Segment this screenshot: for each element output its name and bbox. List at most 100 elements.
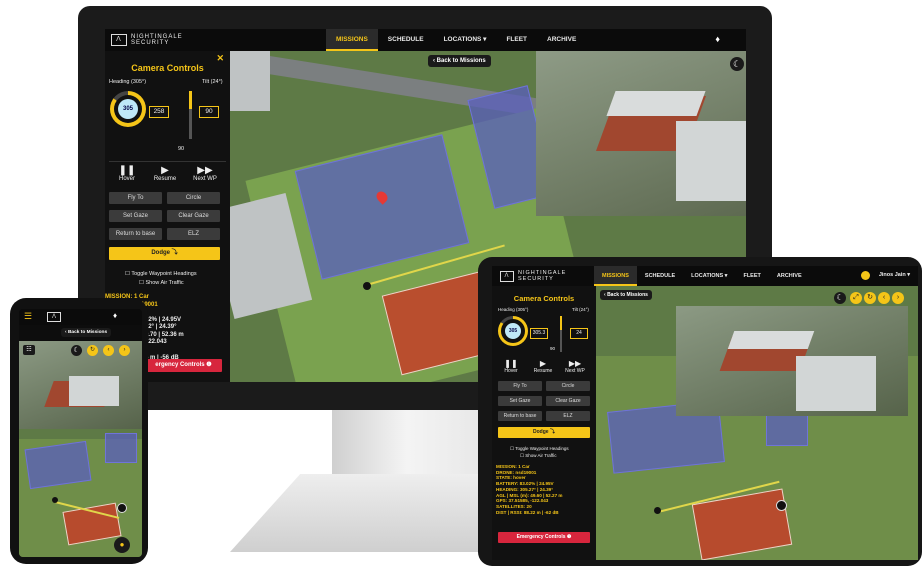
tablet-brand-logo: Λ NIGHTINGALE SECURITY xyxy=(500,270,594,282)
drone-icon[interactable] xyxy=(117,503,127,513)
chevron-right-icon[interactable]: › xyxy=(892,292,904,304)
show-air-traffic-checkbox[interactable]: ☐ Show Air Traffic xyxy=(520,453,556,459)
nav-archive[interactable]: ARCHIVE xyxy=(537,29,586,51)
tilt-input[interactable]: 90 xyxy=(199,106,219,118)
brand-sub: SECURITY xyxy=(131,40,170,46)
resume-label: Resume xyxy=(533,368,553,374)
tablet-map-view[interactable]: ‹ Back to Missions ☾ ⤢ ↻ ‹ › xyxy=(596,286,918,560)
settings-icon[interactable]: ☷ xyxy=(23,345,35,355)
bell-icon[interactable]: ♦ xyxy=(715,34,720,44)
telemetry: MISSION: 1 Car DRONE: nsd19001 STATE: ho… xyxy=(496,464,562,516)
feed-roof xyxy=(676,121,746,201)
toggle-waypoint-checkbox[interactable]: ☐ Toggle Waypoint Headings xyxy=(510,446,569,452)
top-navbar: Λ NIGHTINGALE SECURITY MISSIONS SCHEDULE … xyxy=(105,29,746,51)
next-wp-button[interactable]: ▶▶ Next WP xyxy=(189,165,221,182)
hover-label: Hover xyxy=(504,368,518,374)
hover-button[interactable]: ❚❚ Hover xyxy=(115,165,139,182)
heading-gauge[interactable]: 305 xyxy=(498,316,528,346)
chevron-left-icon[interactable]: ‹ xyxy=(878,292,890,304)
tilt-input[interactable]: 24 xyxy=(570,328,588,339)
set-gaze-button[interactable]: Set Gaze xyxy=(498,396,542,406)
refresh-icon[interactable]: ↻ xyxy=(87,345,98,356)
drone-icon[interactable] xyxy=(776,500,787,511)
dodge-button[interactable]: Dodge ⤵ xyxy=(498,427,590,438)
close-icon[interactable]: ✕ xyxy=(216,53,224,64)
next-wp-label: Next WP xyxy=(565,368,585,374)
fly-to-button[interactable]: Fly To xyxy=(109,192,162,204)
emergency-controls-button[interactable]: Emergency Controls ❶ xyxy=(498,532,590,543)
panel-title: Camera Controls xyxy=(513,294,575,303)
pause-icon: ❚❚ xyxy=(504,359,518,368)
geofence-building[interactable] xyxy=(105,433,137,463)
circle-button[interactable]: Circle xyxy=(167,192,220,204)
show-air-traffic-checkbox[interactable]: ☐ Show Air Traffic xyxy=(139,280,184,286)
back-to-missions-button[interactable]: ‹ Back to Missions xyxy=(428,55,491,67)
nav-missions[interactable]: MISSIONS xyxy=(594,266,637,286)
moon-icon[interactable]: ☾ xyxy=(71,345,82,356)
phone-map-view[interactable]: ● xyxy=(19,429,142,557)
nav-fleet[interactable]: FLEET xyxy=(496,29,537,51)
nav-missions[interactable]: MISSIONS xyxy=(326,29,378,51)
resume-button[interactable]: ▶ Resume xyxy=(530,359,556,374)
fly-to-button[interactable]: Fly To xyxy=(498,381,542,391)
nav-schedule[interactable]: SCHEDULE xyxy=(378,29,434,51)
back-to-missions-button[interactable]: ‹ Back to Missions xyxy=(600,290,652,300)
nav-locations[interactable]: LOCATIONS ▾ xyxy=(683,266,735,286)
brand-sub: SECURITY xyxy=(518,276,554,282)
feed-roof xyxy=(727,331,815,349)
avatar[interactable] xyxy=(861,271,870,280)
next-wp-button[interactable]: ▶▶ Next WP xyxy=(560,359,590,374)
nav-fleet[interactable]: FLEET xyxy=(735,266,768,286)
heading-label: Heading (305°) xyxy=(109,79,147,85)
tilt-slider[interactable] xyxy=(189,91,192,139)
feed-roof xyxy=(796,356,876,411)
clear-gaze-button[interactable]: Clear Gaze xyxy=(167,210,220,222)
circle-button[interactable]: Circle xyxy=(546,381,590,391)
phone-screen: ☰ Λ ♦ ‹ Back to Missions ☷ ☾ ↻ ‹ › ● xyxy=(19,309,142,557)
return-to-base-button[interactable]: Return to base xyxy=(109,228,162,240)
chevron-left-icon[interactable]: ‹ xyxy=(103,345,114,356)
back-to-missions-button[interactable]: ‹ Back to Missions xyxy=(61,328,112,337)
hover-button[interactable]: ❚❚ Hover xyxy=(500,359,522,374)
tilt-slider[interactable] xyxy=(560,316,562,352)
refresh-icon[interactable]: ↻ xyxy=(864,292,876,304)
nav-archive[interactable]: ARCHIVE xyxy=(769,266,810,286)
phone-camera-feed: ☷ ☾ ↻ ‹ › xyxy=(19,341,142,429)
set-gaze-button[interactable]: Set Gaze xyxy=(109,210,162,222)
heading-gauge-value: 305 xyxy=(505,323,521,339)
moon-icon[interactable]: ☾ xyxy=(834,292,846,304)
return-to-base-button[interactable]: Return to base xyxy=(498,411,542,421)
menu-icon[interactable]: ☰ xyxy=(24,311,32,322)
user-menu[interactable]: Jinos Jain ▾ xyxy=(879,272,910,278)
toggle-waypoint-checkbox[interactable]: ☐ Toggle Waypoint Headings xyxy=(125,271,197,277)
nav-schedule[interactable]: SCHEDULE xyxy=(637,266,683,286)
expand-icon[interactable]: ⤢ xyxy=(850,292,862,304)
tilt-min-label: 90 xyxy=(178,146,185,152)
emergency-controls-button[interactable]: ergency Controls ❶ xyxy=(145,359,222,372)
telemetry-heading: HEADING: 305.27° | 24.39° xyxy=(496,486,554,492)
waypoint-icon[interactable] xyxy=(363,282,371,290)
heading-gauge[interactable]: 305 xyxy=(110,91,146,127)
heading-input[interactable]: 305.3 xyxy=(530,328,548,339)
nav-locations[interactable]: LOCATIONS ▾ xyxy=(434,29,497,51)
chat-icon[interactable]: ● xyxy=(114,537,130,553)
telemetry-dist: DIST | RSSI: 88.22 m | -62 dB xyxy=(496,509,559,515)
tilt-min-label: 90 xyxy=(550,346,556,351)
waypoint-icon[interactable] xyxy=(654,507,661,514)
chevron-right-icon[interactable]: › xyxy=(119,345,130,356)
resume-button[interactable]: ▶ Resume xyxy=(151,165,179,182)
geofence-building[interactable] xyxy=(24,440,92,490)
skip-forward-icon: ▶▶ xyxy=(568,359,582,368)
bell-icon[interactable]: ♦ xyxy=(113,311,117,320)
heading-input[interactable]: 258 xyxy=(149,106,169,118)
moon-icon[interactable]: ☾ xyxy=(730,57,744,71)
resume-label: Resume xyxy=(153,176,177,182)
back-label: Back to Missions xyxy=(607,292,648,298)
camera-feed: ☾ xyxy=(536,51,746,216)
elz-button[interactable]: ELZ xyxy=(546,411,590,421)
tablet-camera-feed xyxy=(676,306,908,416)
clear-gaze-button[interactable]: Clear Gaze xyxy=(546,396,590,406)
elz-button[interactable]: ELZ xyxy=(167,228,220,240)
waypoint-icon[interactable] xyxy=(52,497,58,503)
dodge-button[interactable]: Dodge ⤵ xyxy=(109,247,220,260)
